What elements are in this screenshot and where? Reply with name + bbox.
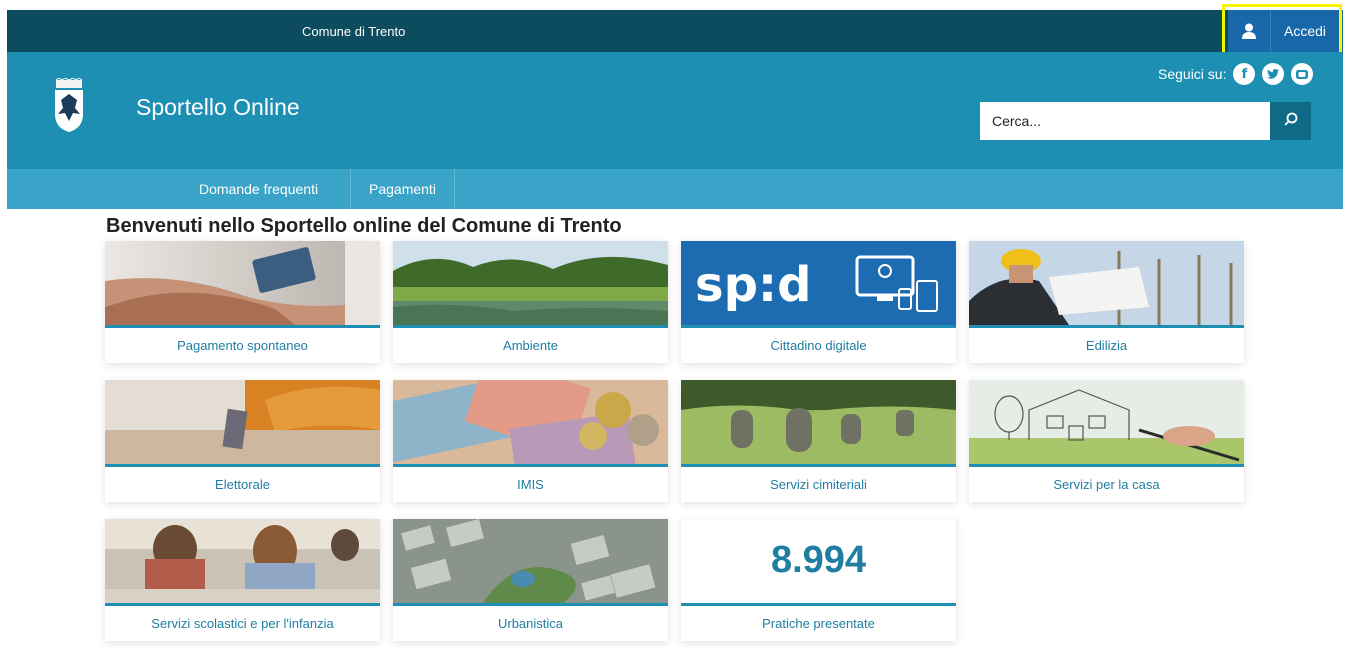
card-label: Pratiche presentate [762, 616, 875, 631]
login-button[interactable]: Accedi [1228, 10, 1343, 52]
card-label: IMIS [517, 477, 544, 492]
classroom-card-image [105, 519, 380, 603]
card-pagamento-spontaneo[interactable]: Pagamento spontaneo [105, 241, 380, 363]
card-pratiche-presentate: 8.994 Pratiche presentate [681, 519, 956, 641]
facebook-icon[interactable]: f [1233, 63, 1256, 85]
card-label: Servizi per la casa [1053, 477, 1160, 492]
card-servizi-per-la-casa[interactable]: Servizi per la casa [969, 380, 1244, 502]
card-servizi-cimiteriali[interactable]: Servizi cimiteriali [681, 380, 956, 502]
site-title[interactable]: Sportello Online [136, 94, 300, 121]
card-elettorale[interactable]: Elettorale [105, 380, 380, 502]
submitted-count: 8.994 [770, 539, 867, 581]
card-label: Pagamento spontaneo [177, 338, 308, 353]
search-input[interactable] [980, 102, 1270, 140]
card-label: Servizi cimiteriali [770, 477, 867, 492]
site-header: Sportello Online Seguici su: f [7, 52, 1343, 169]
card-cittadino-digitale[interactable]: sp:d Cittadino digitale [681, 241, 956, 363]
card-label: Servizi scolastici e per l'infanzia [151, 616, 334, 631]
org-name: Comune di Trento [302, 24, 406, 39]
card-urbanistica[interactable]: Urbanistica [393, 519, 668, 641]
ballot-card-image [105, 380, 380, 464]
user-icon [1228, 10, 1271, 52]
social-links: Seguici su: f [1158, 63, 1314, 85]
construction-card-image [969, 241, 1244, 325]
card-servizi-scolastici[interactable]: Servizi scolastici e per l'infanzia [105, 519, 380, 641]
search-icon [1283, 112, 1298, 131]
house-sketch-card-image [969, 380, 1244, 464]
login-label: Accedi [1284, 23, 1327, 39]
main-nav: Domande frequenti Pagamenti [7, 169, 1343, 209]
card-label: Urbanistica [497, 616, 564, 631]
spid-logo-text: sp:d [695, 257, 811, 313]
nav-item-payments[interactable]: Pagamenti [350, 169, 455, 209]
card-edilizia[interactable]: Edilizia [969, 241, 1244, 363]
spid-card-image: sp:d [681, 241, 956, 325]
search-button[interactable] [1270, 102, 1311, 140]
card-label: Edilizia [1085, 338, 1128, 353]
euro-money-card-image [393, 380, 668, 464]
cemetery-card-image [681, 380, 956, 464]
urban-plan-card-image [393, 519, 668, 603]
nav-item-faq[interactable]: Domande frequenti [181, 169, 336, 209]
card-ambiente[interactable]: Ambiente [393, 241, 668, 363]
social-label: Seguici su: [1158, 66, 1227, 82]
coat-of-arms-logo[interactable] [52, 77, 86, 134]
card-label: Cittadino digitale [770, 338, 867, 353]
payment-card-image [105, 241, 380, 325]
youtube-icon[interactable] [1291, 63, 1314, 85]
twitter-icon[interactable] [1262, 63, 1285, 85]
page-title: Benvenuti nello Sportello online del Com… [106, 215, 622, 237]
card-imis[interactable]: IMIS [393, 380, 668, 502]
top-bar: Comune di Trento [7, 10, 1343, 52]
card-label: Elettorale [215, 477, 270, 492]
card-label: Ambiente [503, 338, 558, 353]
environment-card-image [393, 241, 668, 325]
